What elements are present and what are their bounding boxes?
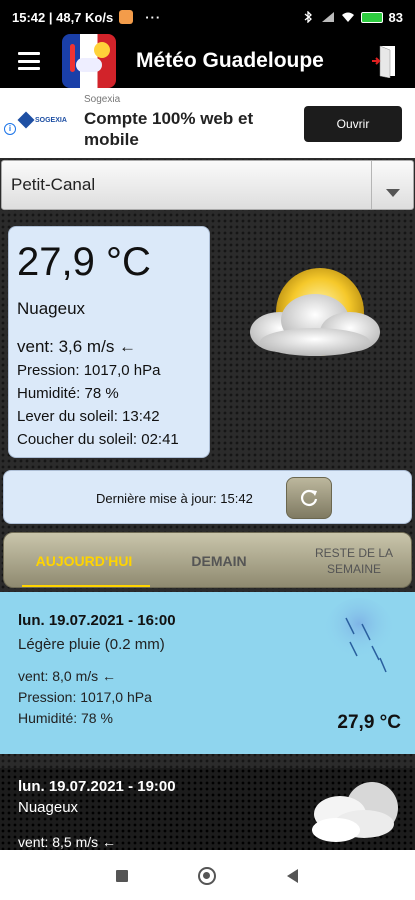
hamburger-menu-icon[interactable] (18, 52, 40, 70)
location-select[interactable]: Petit-Canal (1, 160, 414, 210)
ad-headline[interactable]: Compte 100% web et mobile (84, 108, 284, 150)
current-humidity: Humidité: 78 % (17, 385, 119, 402)
cloudy-night-icon (312, 782, 398, 842)
status-bar: 15:42 | 48,7 Ko/s ··· 83 (0, 0, 415, 34)
ad-info-icon[interactable]: i (4, 123, 16, 135)
tab-today[interactable]: AUJOURD'HUI (16, 533, 152, 589)
refresh-button[interactable] (286, 477, 332, 519)
tab-rest-line1: RESTE DE LA (314, 546, 394, 560)
forecast-date: lun. 19.07.2021 - 16:00 (18, 612, 176, 629)
recent-apps-icon[interactable] (116, 870, 128, 882)
ad-sponsor: Sogexia (84, 94, 121, 105)
update-bar: Dernière mise à jour: 15:42 (3, 470, 412, 524)
current-sunrise: Lever du soleil: 13:42 (17, 408, 160, 425)
app-title: Météo Guadeloupe (136, 49, 324, 72)
status-time: 15:42 | 48,7 Ko/s (12, 9, 114, 25)
tab-active-indicator (22, 585, 150, 587)
wifi-icon (341, 12, 354, 22)
battery-percent: 83 (388, 9, 403, 25)
ad-logo: SOGEXIA (17, 111, 67, 129)
forecast-item[interactable]: lun. 19.07.2021 - 19:00 Nuageux vent: 8,… (0, 768, 415, 850)
last-update-text: Dernière mise à jour: 15:42 (96, 491, 253, 506)
forecast-humidity: Humidité: 78 % (18, 710, 113, 726)
home-icon[interactable] (198, 867, 216, 885)
current-pressure: Pression: 1017,0 hPa (17, 362, 161, 379)
battery-icon (360, 11, 383, 23)
forecast-condition: Légère pluie (0.2 mm) (18, 636, 165, 653)
forecast-wind: vent: 8,0 m/s ← (18, 668, 117, 684)
system-nav-bar (0, 850, 415, 900)
notification-icon (119, 10, 134, 24)
forecast-temperature: 27,9 °C (337, 712, 401, 733)
current-temperature: 27,9 °C (17, 240, 151, 284)
tab-rest-line2: SEMAINE (326, 562, 381, 576)
forecast-item[interactable]: lun. 19.07.2021 - 16:00 Légère pluie (0.… (0, 592, 415, 754)
dropdown-toggle[interactable] (371, 161, 413, 209)
back-icon[interactable] (287, 869, 298, 883)
light-rain-icon (325, 598, 393, 673)
tab-rest-of-week[interactable]: RESTE DE LA SEMAINE (296, 533, 412, 589)
forecast-pressure: Pression: 1017,0 hPa (18, 689, 152, 705)
forecast-wind: vent: 8,5 m/s ← (18, 834, 117, 850)
tab-tomorrow[interactable]: DEMAIN (164, 533, 274, 589)
ad-open-button[interactable]: Ouvrir (304, 106, 402, 142)
current-wind: vent: 3,6 m/s ← (17, 337, 137, 356)
forecast-condition: Nuageux (18, 799, 79, 816)
chevron-down-icon (385, 189, 400, 197)
signal-icon (321, 12, 334, 22)
forecast-tabs: AUJOURD'HUI DEMAIN RESTE DE LA SEMAINE (3, 532, 412, 588)
exit-door-icon[interactable] (371, 44, 397, 78)
forecast-date: lun. 19.07.2021 - 19:00 (18, 778, 176, 795)
status-left: 15:42 | 48,7 Ko/s ··· (12, 10, 161, 25)
current-weather-card: 27,9 °C Nuageux vent: 3,6 m/s ← Pression… (8, 226, 210, 458)
bluetooth-icon (304, 11, 312, 23)
current-sunset: Coucher du soleil: 02:41 (17, 431, 179, 448)
partly-cloudy-icon (250, 268, 380, 356)
status-right: 83 (301, 10, 403, 25)
location-value: Petit-Canal (11, 175, 96, 194)
refresh-icon (301, 489, 318, 506)
current-condition: Nuageux (17, 299, 86, 318)
app-logo (62, 34, 116, 88)
app-bar: Météo Guadeloupe (0, 34, 415, 88)
status-more-icon: ··· (145, 9, 162, 25)
